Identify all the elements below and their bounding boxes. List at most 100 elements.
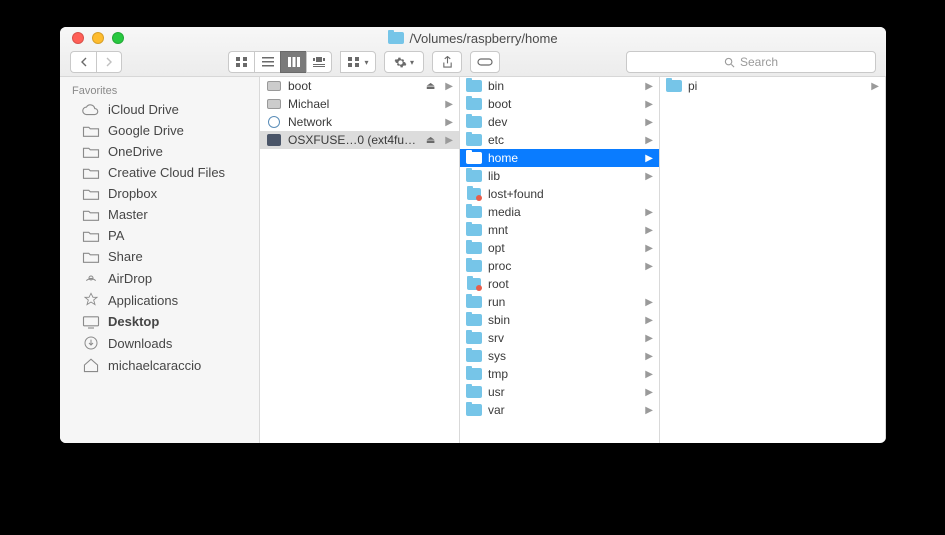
- sidebar-item-label: PA: [108, 228, 124, 243]
- sidebar-item-applications[interactable]: Applications: [60, 289, 259, 311]
- file-row[interactable]: etc ▶: [460, 131, 659, 149]
- share-button[interactable]: [432, 51, 462, 73]
- file-row[interactable]: pi▶: [660, 77, 885, 95]
- list-view-button[interactable]: [254, 51, 280, 73]
- chevron-right-icon: ▶: [645, 333, 653, 344]
- file-row[interactable]: usr▶: [460, 383, 659, 401]
- folder-icon: [466, 296, 482, 308]
- file-row[interactable]: lost+found: [460, 185, 659, 203]
- network-icon: [268, 116, 280, 128]
- file-row[interactable]: OSXFUSE…0 (ext4fuse)⏏▶: [260, 131, 459, 149]
- file-label: root: [488, 277, 653, 291]
- sidebar-list: iCloud Drive Google Drive OneDrive Creative…: [60, 99, 259, 376]
- file-label: mnt: [488, 223, 639, 237]
- back-button[interactable]: [70, 51, 96, 73]
- chevron-right-icon: ▶: [645, 81, 653, 92]
- drive-icon: [267, 99, 281, 109]
- sidebar-item-onedrive[interactable]: OneDrive: [60, 141, 259, 162]
- file-row[interactable]: sbin▶: [460, 311, 659, 329]
- search-field[interactable]: Search: [626, 51, 876, 73]
- action-button[interactable]: ▾: [384, 51, 424, 73]
- file-label: home: [488, 151, 639, 165]
- file-row[interactable]: opt▶: [460, 239, 659, 257]
- chevron-right-icon: ▶: [445, 99, 453, 110]
- file-label: sbin: [488, 313, 639, 327]
- forward-button[interactable]: [96, 51, 122, 73]
- column-0: boot⏏▶Michael▶Network▶OSXFUSE…0 (ext4fus…: [260, 77, 460, 443]
- file-row[interactable]: run▶: [460, 293, 659, 311]
- folder-icon: [666, 80, 682, 92]
- file-row[interactable]: mnt ▶: [460, 221, 659, 239]
- eject-icon[interactable]: ⏏: [426, 81, 435, 92]
- sidebar-item-airdrop[interactable]: AirDrop: [60, 267, 259, 289]
- sidebar-section-header: Favorites: [60, 81, 259, 99]
- chevron-right-icon: ▶: [445, 135, 453, 146]
- chevron-right-icon: ▶: [645, 135, 653, 146]
- close-button[interactable]: [72, 32, 84, 44]
- file-row[interactable]: var ▶: [460, 401, 659, 419]
- sidebar-item-icloud-drive[interactable]: iCloud Drive: [60, 99, 259, 120]
- sidebar-item-master[interactable]: Master: [60, 204, 259, 225]
- file-row[interactable]: lib▶: [460, 167, 659, 185]
- eject-icon[interactable]: ⏏: [426, 135, 435, 146]
- column-view-button[interactable]: [280, 51, 306, 73]
- chevron-right-icon: ▶: [645, 243, 653, 254]
- chevron-right-icon: ▶: [645, 405, 653, 416]
- file-row[interactable]: root: [460, 275, 659, 293]
- file-row[interactable]: bin ▶: [460, 77, 659, 95]
- columns-area: boot⏏▶Michael▶Network▶OSXFUSE…0 (ext4fus…: [260, 77, 886, 443]
- file-row[interactable]: tmp▶: [460, 365, 659, 383]
- file-row[interactable]: media▶: [460, 203, 659, 221]
- minimize-button[interactable]: [92, 32, 104, 44]
- sidebar-item-michaelcaraccio[interactable]: michaelcaraccio: [60, 354, 259, 376]
- file-row[interactable]: Network▶: [260, 113, 459, 131]
- file-label: Michael: [288, 97, 439, 111]
- coverflow-view-button[interactable]: [306, 51, 332, 73]
- desktop-icon: [82, 315, 100, 329]
- folder-icon: [82, 229, 100, 243]
- folder-icon: [466, 350, 482, 362]
- chevron-right-icon: ▶: [645, 207, 653, 218]
- chevron-right-icon: ▶: [645, 99, 653, 110]
- sidebar-item-share[interactable]: Share: [60, 246, 259, 267]
- file-row[interactable]: proc▶: [460, 257, 659, 275]
- file-row[interactable]: boot▶: [460, 95, 659, 113]
- file-row[interactable]: srv ▶: [460, 329, 659, 347]
- chevron-right-icon: ▶: [645, 171, 653, 182]
- sidebar-item-creative-cloud-files[interactable]: Creative Cloud Files: [60, 162, 259, 183]
- file-row[interactable]: sys▶: [460, 347, 659, 365]
- chevron-right-icon: ▶: [645, 225, 653, 236]
- drive-icon: [267, 81, 281, 91]
- icon-view-button[interactable]: [228, 51, 254, 73]
- arrange-button[interactable]: ▾: [340, 51, 376, 73]
- zoom-button[interactable]: [112, 32, 124, 44]
- sidebar-item-pa[interactable]: PA: [60, 225, 259, 246]
- sidebar-item-downloads[interactable]: Downloads: [60, 332, 259, 354]
- folder-icon: [466, 152, 482, 164]
- file-label: var: [488, 403, 639, 417]
- sidebar-item-label: Downloads: [108, 336, 172, 351]
- file-label: etc: [488, 133, 639, 147]
- file-label: srv: [488, 331, 639, 345]
- chevron-right-icon: ▶: [645, 387, 653, 398]
- view-mode-segment: [228, 51, 332, 73]
- file-row[interactable]: boot⏏▶: [260, 77, 459, 95]
- folder-icon: [466, 116, 482, 128]
- file-label: run: [488, 295, 639, 309]
- folder-icon: [466, 404, 482, 416]
- sidebar-item-label: OneDrive: [108, 144, 163, 159]
- tags-button[interactable]: [470, 51, 500, 73]
- sidebar-item-desktop[interactable]: Desktop: [60, 311, 259, 332]
- folder-icon: [82, 124, 100, 138]
- file-row[interactable]: home▶: [460, 149, 659, 167]
- locked-folder-icon: [467, 188, 481, 200]
- sidebar-item-label: Desktop: [108, 314, 159, 329]
- sidebar-item-label: iCloud Drive: [108, 102, 179, 117]
- sidebar-item-dropbox[interactable]: Dropbox: [60, 183, 259, 204]
- file-row[interactable]: dev▶: [460, 113, 659, 131]
- file-row[interactable]: Michael ▶: [260, 95, 459, 113]
- chevron-right-icon: ▶: [645, 351, 653, 362]
- file-label: bin: [488, 79, 639, 93]
- file-label: tmp: [488, 367, 639, 381]
- sidebar-item-google-drive[interactable]: Google Drive: [60, 120, 259, 141]
